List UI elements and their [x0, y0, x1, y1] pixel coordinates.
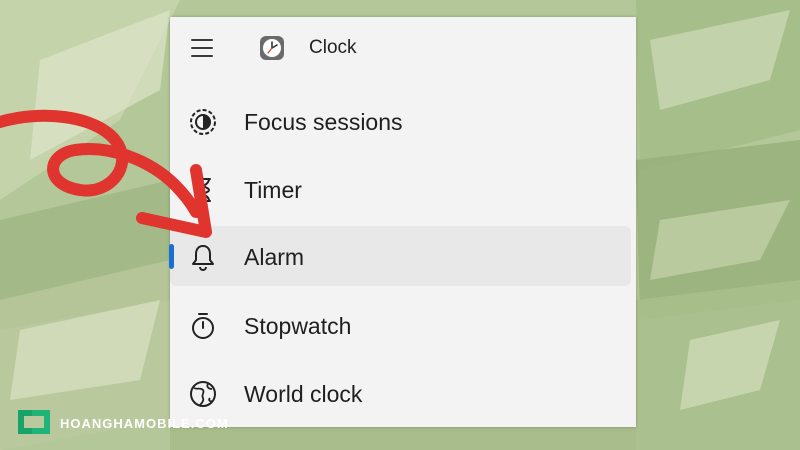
nav-item-focus-sessions[interactable]: Focus sessions — [170, 91, 632, 151]
nav-item-label: Alarm — [244, 244, 305, 270]
watermark-text: HOANGHAMOBILE.COM — [60, 416, 229, 431]
selected-indicator — [169, 244, 174, 269]
nav-item-alarm[interactable]: Alarm — [169, 226, 631, 286]
focus-sessions-icon — [190, 109, 216, 135]
nav-item-timer[interactable]: Timer — [170, 159, 632, 219]
nav-item-stopwatch[interactable]: Stopwatch — [170, 295, 632, 355]
bell-icon — [192, 245, 214, 271]
nav-item-label: Focus sessions — [244, 109, 403, 135]
nav-item-label: World clock — [244, 381, 363, 407]
clock-app-icon — [260, 36, 284, 60]
app-title: Clock — [309, 37, 357, 58]
nav-item-label: Stopwatch — [244, 313, 352, 339]
clock-app-window: Clock Focus sessions Timer Alarm Stopwat… — [169, 17, 636, 427]
globe-icon — [190, 381, 216, 407]
nav-item-label: Timer — [244, 177, 302, 203]
hamburger-menu-button[interactable] — [190, 39, 216, 59]
nav-item-world-clock[interactable]: World clock — [170, 363, 632, 423]
hourglass-icon — [195, 178, 211, 202]
stopwatch-icon — [192, 313, 214, 339]
title-bar: Clock — [170, 17, 636, 81]
hoanghamobile-logo-mark — [18, 410, 50, 434]
